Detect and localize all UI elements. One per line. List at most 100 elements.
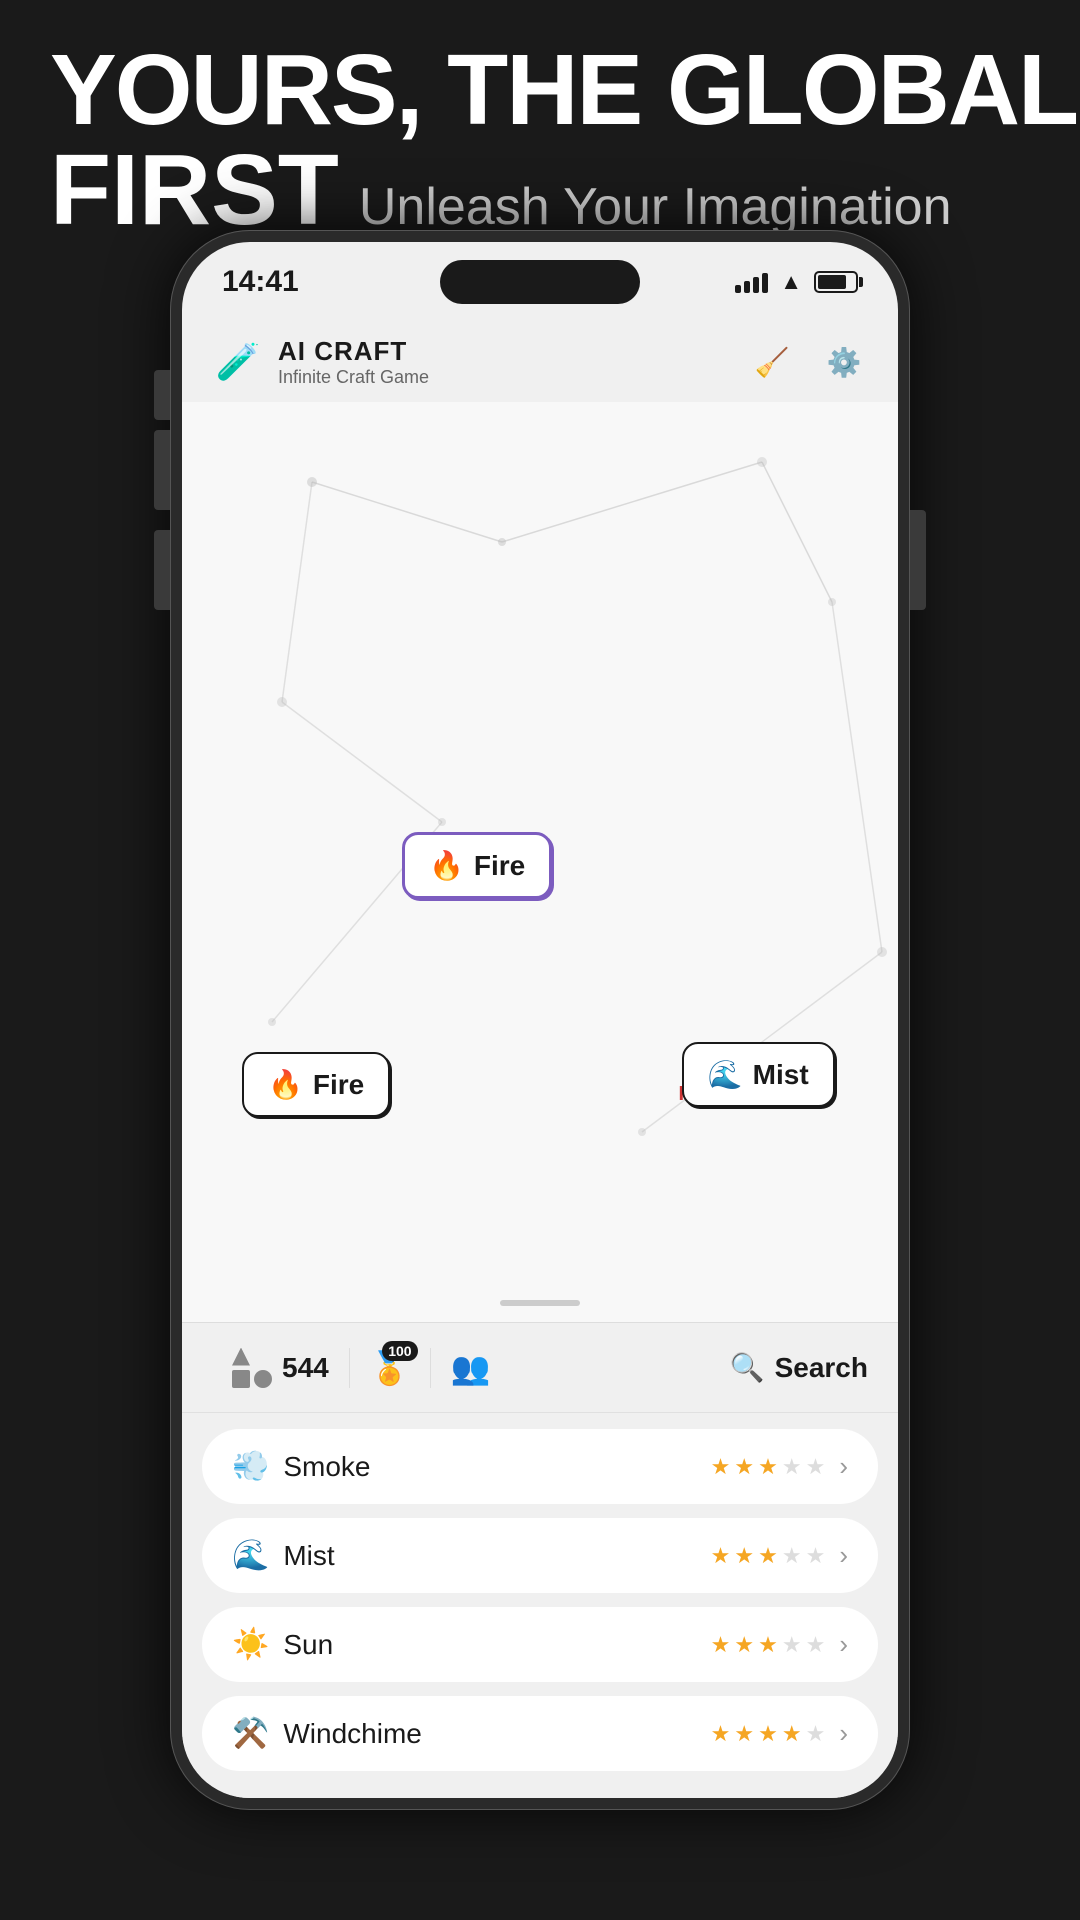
windchime-star-1: ★ xyxy=(711,1721,731,1747)
app-subtitle: Infinite Craft Game xyxy=(278,367,429,388)
app-logo: 🧪 AI CRAFT Infinite Craft Game xyxy=(212,336,429,388)
phone-frame: 14:41 ▲ 🧪 AI CRAFT Infinit xyxy=(170,230,910,1810)
sun-star-5: ★ xyxy=(806,1632,826,1658)
list-item-mist-right: ★ ★ ★ ★ ★ › xyxy=(711,1540,848,1571)
windchime-star-2: ★ xyxy=(734,1721,754,1747)
mist-star-5: ★ xyxy=(806,1543,826,1569)
stats-bar: 544 🏅 100 👥 🔍 Search xyxy=(182,1323,898,1413)
power-button xyxy=(910,510,926,610)
fire-emoji-secondary: 🔥 xyxy=(268,1068,303,1101)
sun-stars: ★ ★ ★ ★ ★ xyxy=(711,1632,826,1658)
list-item-mist[interactable]: 🌊 Mist ★ ★ ★ ★ ★ › xyxy=(202,1518,878,1593)
app-header: 🧪 AI CRAFT Infinite Craft Game 🧹 ⚙️ xyxy=(182,322,898,402)
fire-label-secondary: Fire xyxy=(313,1069,364,1101)
score-icon: 🏅 100 xyxy=(370,1349,410,1387)
windchime-name: Windchime xyxy=(283,1718,421,1750)
fire-craft-secondary[interactable]: 🔥 Fire xyxy=(242,1052,390,1117)
search-label: Search xyxy=(775,1352,868,1384)
background-header: YOURS, THE GLOBAL FIRST Unleash Your Ima… xyxy=(50,40,1077,240)
square-icon-1 xyxy=(232,1370,250,1388)
windchime-star-3: ★ xyxy=(758,1721,778,1747)
sun-chevron: › xyxy=(839,1629,848,1660)
status-icons: ▲ xyxy=(735,269,858,295)
sun-star-1: ★ xyxy=(711,1632,731,1658)
bottom-panel: 544 🏅 100 👥 🔍 Search xyxy=(182,1322,898,1798)
smoke-name: Smoke xyxy=(283,1451,370,1483)
smoke-star-1: ★ xyxy=(711,1454,731,1480)
search-icon: 🔍 xyxy=(730,1351,765,1384)
mist-star-4: ★ xyxy=(782,1543,802,1569)
silent-button xyxy=(154,370,170,420)
score-stat: 🏅 100 xyxy=(350,1349,430,1387)
list-item-sun[interactable]: ☀️ Sun ★ ★ ★ ★ ★ › xyxy=(202,1607,878,1682)
mist-emoji: 🌊 xyxy=(708,1058,743,1091)
search-button[interactable]: 🔍 Search xyxy=(730,1351,868,1384)
smoke-star-4: ★ xyxy=(782,1454,802,1480)
dynamic-island xyxy=(440,260,640,304)
triangle-icon xyxy=(232,1348,250,1366)
signal-bar-2 xyxy=(744,281,750,293)
game-canvas[interactable]: 🔥 Fire 🔥 Fire ★ ★ 🎖️ ★ ★ 🌊 xyxy=(182,402,898,1322)
bg-title-line1: YOURS, THE GLOBAL xyxy=(50,40,1077,140)
clean-button[interactable]: 🧹 xyxy=(748,338,796,386)
fire-craft-active[interactable]: 🔥 Fire xyxy=(402,832,552,899)
smoke-star-2: ★ xyxy=(734,1454,754,1480)
windchime-star-5: ★ xyxy=(806,1721,826,1747)
mist-craft[interactable]: 🌊 Mist xyxy=(682,1042,835,1107)
status-time: 14:41 xyxy=(222,265,299,299)
list-item-windchime-right: ★ ★ ★ ★ ★ › xyxy=(711,1718,848,1749)
elements-count: 544 xyxy=(282,1352,329,1384)
sun-star-2: ★ xyxy=(734,1632,754,1658)
mist-star-3: ★ xyxy=(758,1543,778,1569)
collections-icon: 👥 xyxy=(451,1349,491,1387)
mist-star-1: ★ xyxy=(711,1543,731,1569)
app-name: AI CRAFT xyxy=(278,336,429,367)
battery-icon xyxy=(814,271,858,293)
fire-label-active: Fire xyxy=(474,850,525,882)
signal-bars xyxy=(735,271,768,293)
list-item-smoke[interactable]: 💨 Smoke ★ ★ ★ ★ ★ › xyxy=(202,1429,878,1504)
mist-stars: ★ ★ ★ ★ ★ xyxy=(711,1543,826,1569)
signal-bar-4 xyxy=(762,273,768,293)
list-item-smoke-right: ★ ★ ★ ★ ★ › xyxy=(711,1451,848,1482)
windchime-emoji: ⚒️ xyxy=(232,1716,269,1751)
smoke-stars: ★ ★ ★ ★ ★ xyxy=(711,1454,826,1480)
mist-label: Mist xyxy=(753,1059,809,1091)
windchime-stars: ★ ★ ★ ★ ★ xyxy=(711,1721,826,1747)
app-header-actions: 🧹 ⚙️ xyxy=(748,338,868,386)
list-item-sun-left: ☀️ Sun xyxy=(232,1627,333,1662)
sun-name: Sun xyxy=(283,1629,333,1661)
mist-list-emoji: 🌊 xyxy=(232,1538,269,1573)
windchime-chevron: › xyxy=(839,1718,848,1749)
elements-icon-bottom xyxy=(232,1370,272,1388)
app-logo-icon: 🧪 xyxy=(212,336,264,388)
sun-star-3: ★ xyxy=(758,1632,778,1658)
volume-up-button xyxy=(154,430,170,510)
smoke-emoji: 💨 xyxy=(232,1449,269,1484)
bg-title-line2-sub: Unleash Your Imagination xyxy=(359,177,952,237)
list-item-windchime[interactable]: ⚒️ Windchime ★ ★ ★ ★ ★ › xyxy=(202,1696,878,1771)
mist-chevron: › xyxy=(839,1540,848,1571)
sun-emoji: ☀️ xyxy=(232,1627,269,1662)
smoke-star-3: ★ xyxy=(758,1454,778,1480)
settings-button[interactable]: ⚙️ xyxy=(820,338,868,386)
list-item-sun-right: ★ ★ ★ ★ ★ › xyxy=(711,1629,848,1660)
elements-icon xyxy=(232,1348,272,1388)
phone-screen: 14:41 ▲ 🧪 AI CRAFT Infinit xyxy=(182,242,898,1798)
app-logo-text: AI CRAFT Infinite Craft Game xyxy=(278,336,429,388)
volume-down-button xyxy=(154,530,170,610)
scroll-indicator xyxy=(500,1300,580,1306)
smoke-chevron: › xyxy=(839,1451,848,1482)
circle-icon xyxy=(254,1370,272,1388)
signal-bar-1 xyxy=(735,285,741,293)
list-item-windchime-left: ⚒️ Windchime xyxy=(232,1716,422,1751)
battery-fill xyxy=(818,275,846,289)
list-item-mist-left: 🌊 Mist xyxy=(232,1538,335,1573)
wifi-icon: ▲ xyxy=(780,269,802,295)
fire-emoji-active: 🔥 xyxy=(429,849,464,882)
signal-bar-3 xyxy=(753,277,759,293)
mist-star-2: ★ xyxy=(734,1543,754,1569)
items-list: 💨 Smoke ★ ★ ★ ★ ★ › xyxy=(182,1413,898,1787)
score-badge: 100 xyxy=(382,1341,417,1361)
mist-list-name: Mist xyxy=(283,1540,334,1572)
